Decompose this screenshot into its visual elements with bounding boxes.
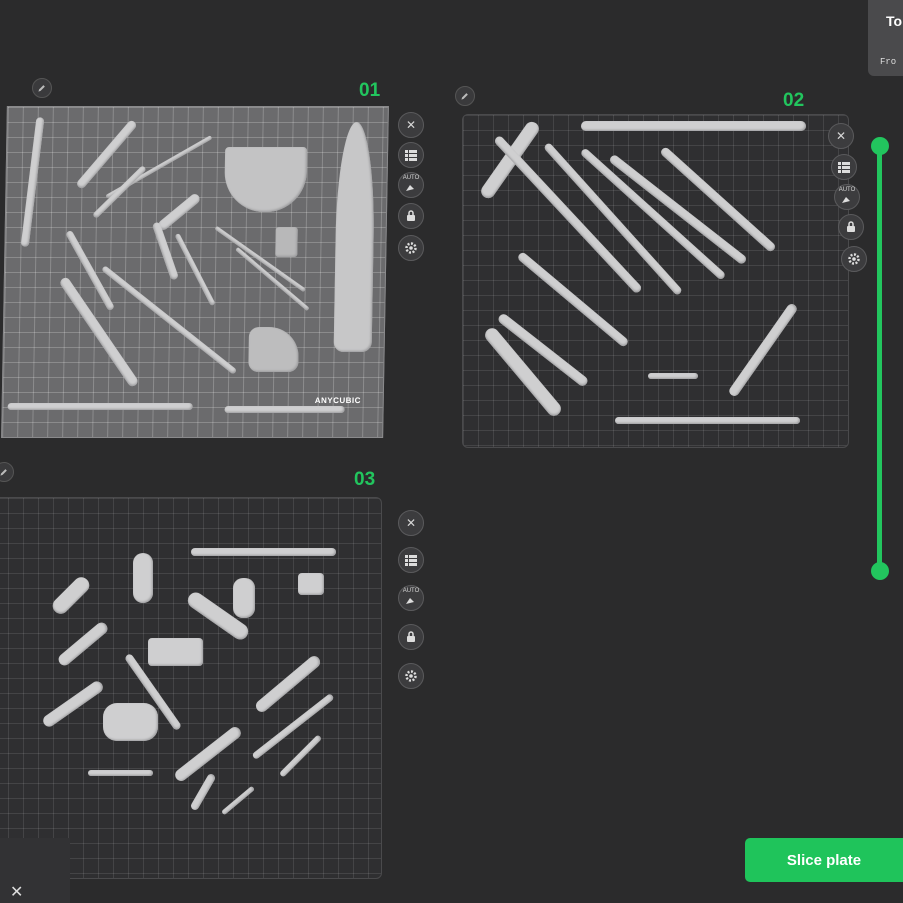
- panel-title: To: [886, 13, 903, 29]
- plate-03-settings-button[interactable]: [398, 663, 424, 689]
- bone-model[interactable]: [224, 147, 308, 212]
- plate-number-03: 03: [354, 469, 376, 490]
- plate-01-list-button[interactable]: [398, 142, 424, 168]
- build-plate-02[interactable]: [462, 114, 849, 448]
- bone-model[interactable]: [275, 227, 298, 257]
- bone-model[interactable]: [40, 679, 106, 729]
- edit-plate-02-button[interactable]: [455, 86, 475, 106]
- build-plate-03[interactable]: [0, 497, 382, 879]
- bone-model[interactable]: [233, 578, 255, 618]
- list-icon: [405, 555, 417, 566]
- bone-model[interactable]: [20, 116, 45, 248]
- bone-model[interactable]: [248, 327, 300, 372]
- plate-02-lock-button[interactable]: [838, 214, 864, 240]
- build-plate-01[interactable]: ANYCUBIC: [1, 106, 389, 438]
- bone-model[interactable]: [253, 653, 323, 715]
- plate-03-models: [0, 498, 381, 878]
- top-right-panel: To Fro: [868, 0, 903, 76]
- bone-model[interactable]: [298, 573, 324, 595]
- bone-model[interactable]: [648, 373, 698, 379]
- bone-model[interactable]: [221, 785, 255, 816]
- slice-plate-button[interactable]: Slice plate: [745, 838, 903, 882]
- bone-model[interactable]: [92, 165, 147, 219]
- plate-01-lock-button[interactable]: [398, 203, 424, 229]
- bone-model[interactable]: [333, 122, 376, 352]
- gear-icon: [848, 253, 860, 265]
- pencil-icon: [38, 85, 45, 92]
- plate-01-models: [2, 107, 388, 437]
- bone-model[interactable]: [103, 703, 158, 741]
- edit-plate-01-button[interactable]: [32, 78, 52, 98]
- bone-model[interactable]: [278, 734, 323, 778]
- close-icon: ✕: [835, 129, 847, 143]
- plate-02-auto-arrange-button[interactable]: AUTO: [834, 184, 860, 210]
- bone-model[interactable]: [133, 553, 153, 603]
- close-icon[interactable]: ✕: [10, 882, 23, 902]
- bone-model[interactable]: [189, 772, 217, 812]
- plate-01-close-button[interactable]: ✕: [398, 112, 424, 138]
- bone-model[interactable]: [191, 548, 336, 556]
- auto-arrange-icon: [406, 185, 414, 191]
- bone-model[interactable]: [174, 233, 216, 306]
- bone-model[interactable]: [727, 302, 799, 398]
- layer-slider-bottom-handle[interactable]: [871, 562, 889, 580]
- plate-03-auto-arrange-button[interactable]: AUTO: [398, 585, 424, 611]
- gear-icon: [405, 670, 417, 682]
- lock-icon: [407, 631, 415, 642]
- bone-model[interactable]: [615, 417, 800, 424]
- plate-01-settings-button[interactable]: [398, 235, 424, 261]
- bone-model[interactable]: [235, 246, 310, 312]
- bone-model[interactable]: [56, 620, 110, 668]
- plate-02-list-button[interactable]: [831, 154, 857, 180]
- plate-02-close-button[interactable]: ✕: [828, 123, 854, 149]
- bone-model[interactable]: [581, 121, 806, 131]
- plate-01-auto-arrange-button[interactable]: AUTO: [398, 172, 424, 198]
- auto-arrange-icon: [842, 197, 850, 203]
- bone-model[interactable]: [148, 638, 203, 666]
- bone-model[interactable]: [7, 403, 193, 410]
- brand-logo: ANYCUBIC: [314, 396, 362, 405]
- close-icon: ✕: [405, 516, 417, 530]
- plate-number-02: 02: [783, 90, 805, 111]
- layer-slider-track[interactable]: [877, 146, 882, 571]
- plate-03-lock-button[interactable]: [398, 624, 424, 650]
- panel-subtitle: Fro: [880, 57, 897, 67]
- plate-number-01: 01: [359, 80, 381, 101]
- bone-model[interactable]: [49, 573, 93, 618]
- list-icon: [405, 150, 417, 161]
- pencil-icon: [461, 93, 468, 100]
- auto-arrange-icon: [406, 598, 414, 604]
- bone-model[interactable]: [151, 221, 179, 281]
- bone-model[interactable]: [224, 406, 345, 413]
- close-icon: ✕: [405, 118, 417, 132]
- pencil-icon: [0, 469, 7, 476]
- lock-icon: [847, 221, 855, 232]
- plate-02-settings-button[interactable]: [841, 246, 867, 272]
- lock-icon: [407, 210, 415, 221]
- bone-model[interactable]: [478, 119, 542, 201]
- plate-03-list-button[interactable]: [398, 547, 424, 573]
- bone-model[interactable]: [88, 770, 153, 776]
- plate-02-models: [463, 115, 848, 447]
- bone-model[interactable]: [156, 192, 202, 232]
- gear-icon: [405, 242, 417, 254]
- list-icon: [838, 162, 850, 173]
- plate-03-close-button[interactable]: ✕: [398, 510, 424, 536]
- edit-plate-03-button[interactable]: [0, 462, 14, 482]
- layer-slider-top-handle[interactable]: [871, 137, 889, 155]
